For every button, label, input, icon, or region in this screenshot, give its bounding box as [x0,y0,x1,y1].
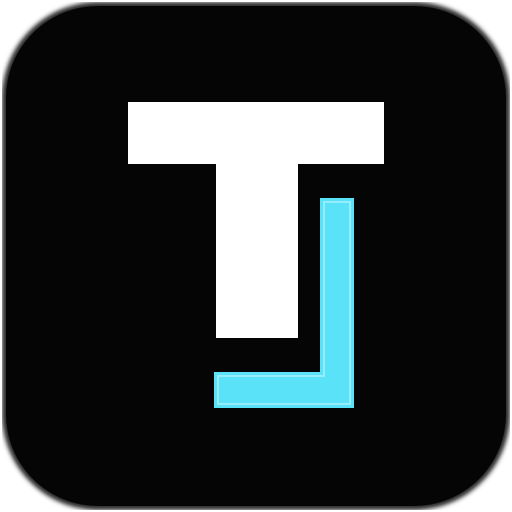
app-icon-graphic [2,2,510,510]
app-icon[interactable] [2,2,510,510]
icon-canvas [0,0,512,512]
